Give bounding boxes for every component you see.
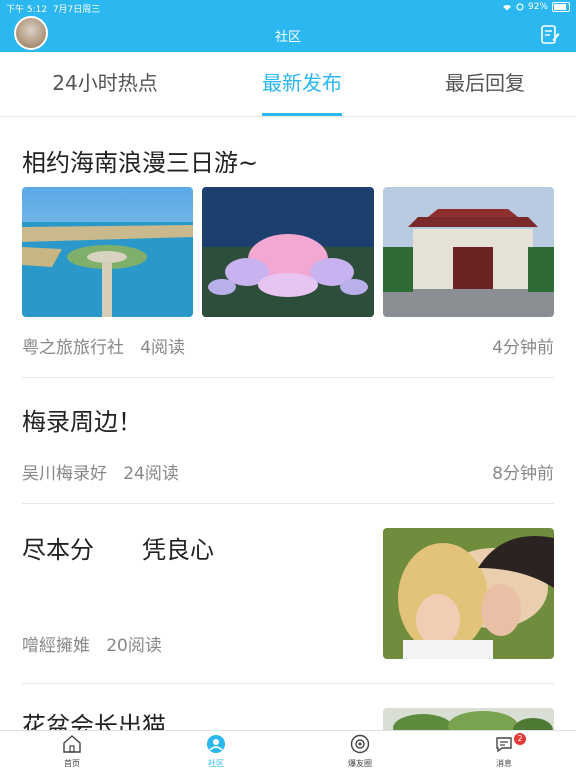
post-reads: 4阅读 [140, 338, 186, 358]
post-image-gate[interactable] [383, 187, 554, 317]
message-icon [496, 737, 512, 753]
bottom-nav: 首页 社区 爆友圈 2 消息 [0, 730, 576, 769]
friends-circle-icon [350, 734, 370, 754]
post-item[interactable]: 花盆会长出猫 [0, 684, 576, 730]
post-reads: 24阅读 [123, 464, 179, 484]
nav-messages[interactable]: 2 消息 [432, 731, 576, 769]
tab-bar: 24小时热点 最新发布 最后回复 [0, 52, 576, 117]
tab-24h-hot[interactable]: 24小时热点 [9, 52, 201, 116]
tab-indicator [262, 113, 342, 116]
post-meta: 吴川梅录好 24阅读 [22, 459, 179, 484]
unread-badge: 2 [514, 733, 526, 745]
tab-label: 24小时热点 [52, 71, 158, 95]
home-icon [63, 735, 81, 753]
status-time-date: 下午 5:12 7月7日周三 [6, 2, 100, 15]
compose-icon[interactable] [540, 24, 560, 46]
post-meta: 粤之旅旅行社 4阅读 [22, 333, 185, 358]
post-author: 吴川梅录好 [22, 464, 107, 484]
community-icon [207, 735, 225, 753]
nav-label: 消息 [496, 759, 512, 768]
nav-community[interactable]: 社区 [144, 731, 288, 769]
post-title: 相约海南浪漫三日游~ [22, 149, 259, 177]
status-date: 7月7日周三 [52, 5, 101, 15]
tab-label: 最新发布 [262, 71, 342, 95]
post-title: 花盆会长出猫 [22, 712, 166, 730]
post-item[interactable]: 相约海南浪漫三日游~ 粤之旅旅行社 4阅读 4分钟前 [0, 117, 576, 378]
nav-label: 爆友圈 [348, 759, 372, 768]
tab-label: 最后回复 [445, 71, 525, 95]
status-right: 92% [502, 2, 570, 12]
post-time: 4分钟前 [492, 338, 554, 358]
post-meta: 噌經擁婎 20阅读 [22, 631, 162, 656]
status-time: 下午 5:12 [6, 5, 48, 15]
tab-last-reply[interactable]: 最后回复 [389, 52, 576, 116]
post-time: 8分钟前 [492, 464, 554, 484]
post-item[interactable]: 梅录周边！ 吴川梅录好 24阅读 8分钟前 [0, 378, 576, 504]
wifi-icon [502, 4, 511, 11]
nav-label: 首页 [64, 759, 80, 768]
post-image-aerial-bay[interactable] [22, 187, 193, 317]
post-author: 粤之旅旅行社 [22, 338, 124, 358]
tab-latest[interactable]: 最新发布 [206, 52, 398, 116]
app-header: 下午 5:12 7月7日周三 92% 社区 [0, 0, 576, 52]
nav-label: 社区 [208, 759, 224, 768]
nav-friends-circle[interactable]: 爆友圈 [288, 731, 432, 769]
post-author: 噌經擁婎 [22, 636, 90, 656]
post-reads: 20阅读 [106, 636, 162, 656]
battery-icon [552, 2, 570, 12]
nav-home[interactable]: 首页 [0, 731, 144, 769]
page-title: 社区 [274, 30, 301, 45]
alarm-icon [516, 3, 524, 11]
post-image-plants[interactable] [383, 708, 554, 730]
post-image-portrait[interactable] [383, 528, 554, 659]
battery-percent: 92% [527, 2, 548, 12]
status-bar: 下午 5:12 7月7日周三 92% [0, 0, 576, 16]
post-item[interactable]: 尽本分 凭良心 噌經擁婎 20阅读 [0, 504, 576, 684]
post-title: 梅录周边！ [22, 408, 142, 436]
post-title: 尽本分 凭良心 [22, 536, 214, 564]
post-image-lotus-building[interactable] [202, 187, 374, 317]
